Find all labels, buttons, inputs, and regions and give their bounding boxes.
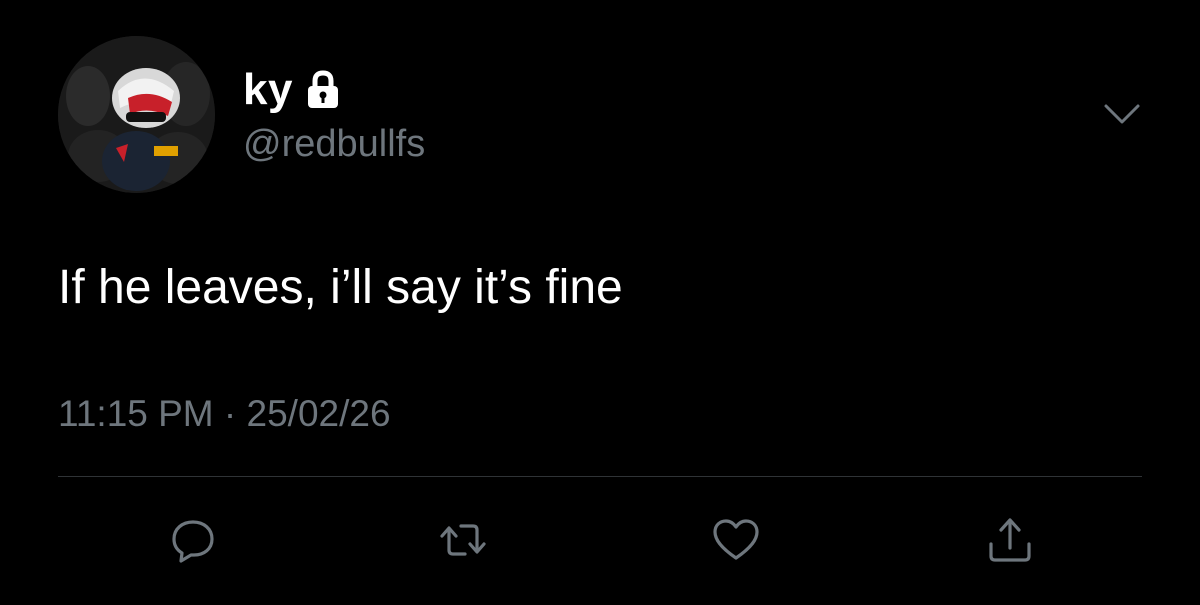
heart-icon	[713, 519, 759, 560]
like-button[interactable]	[708, 512, 764, 568]
divider	[58, 476, 1142, 477]
more-options-button[interactable]	[1100, 96, 1144, 132]
chevron-down-icon	[1104, 104, 1140, 124]
share-button[interactable]	[982, 512, 1038, 568]
comment-icon	[172, 520, 214, 563]
avatar[interactable]	[58, 36, 215, 193]
tweet-timestamp[interactable]: 11:15 PM · 25/02/26	[58, 390, 391, 438]
tweet-card: ky @redbullfs If he leaves, i’ll say it’…	[0, 0, 1200, 605]
share-icon	[989, 518, 1031, 562]
display-name[interactable]: ky	[243, 64, 293, 116]
reply-button[interactable]	[165, 512, 221, 568]
avatar-photo	[58, 36, 215, 193]
display-name-row: ky	[243, 64, 341, 116]
lock-icon	[305, 70, 341, 110]
tweet-text: If he leaves, i’ll say it’s fine	[58, 261, 623, 314]
retweet-icon	[440, 524, 486, 556]
retweet-button[interactable]	[435, 512, 491, 568]
user-handle[interactable]: @redbullfs	[243, 120, 425, 168]
